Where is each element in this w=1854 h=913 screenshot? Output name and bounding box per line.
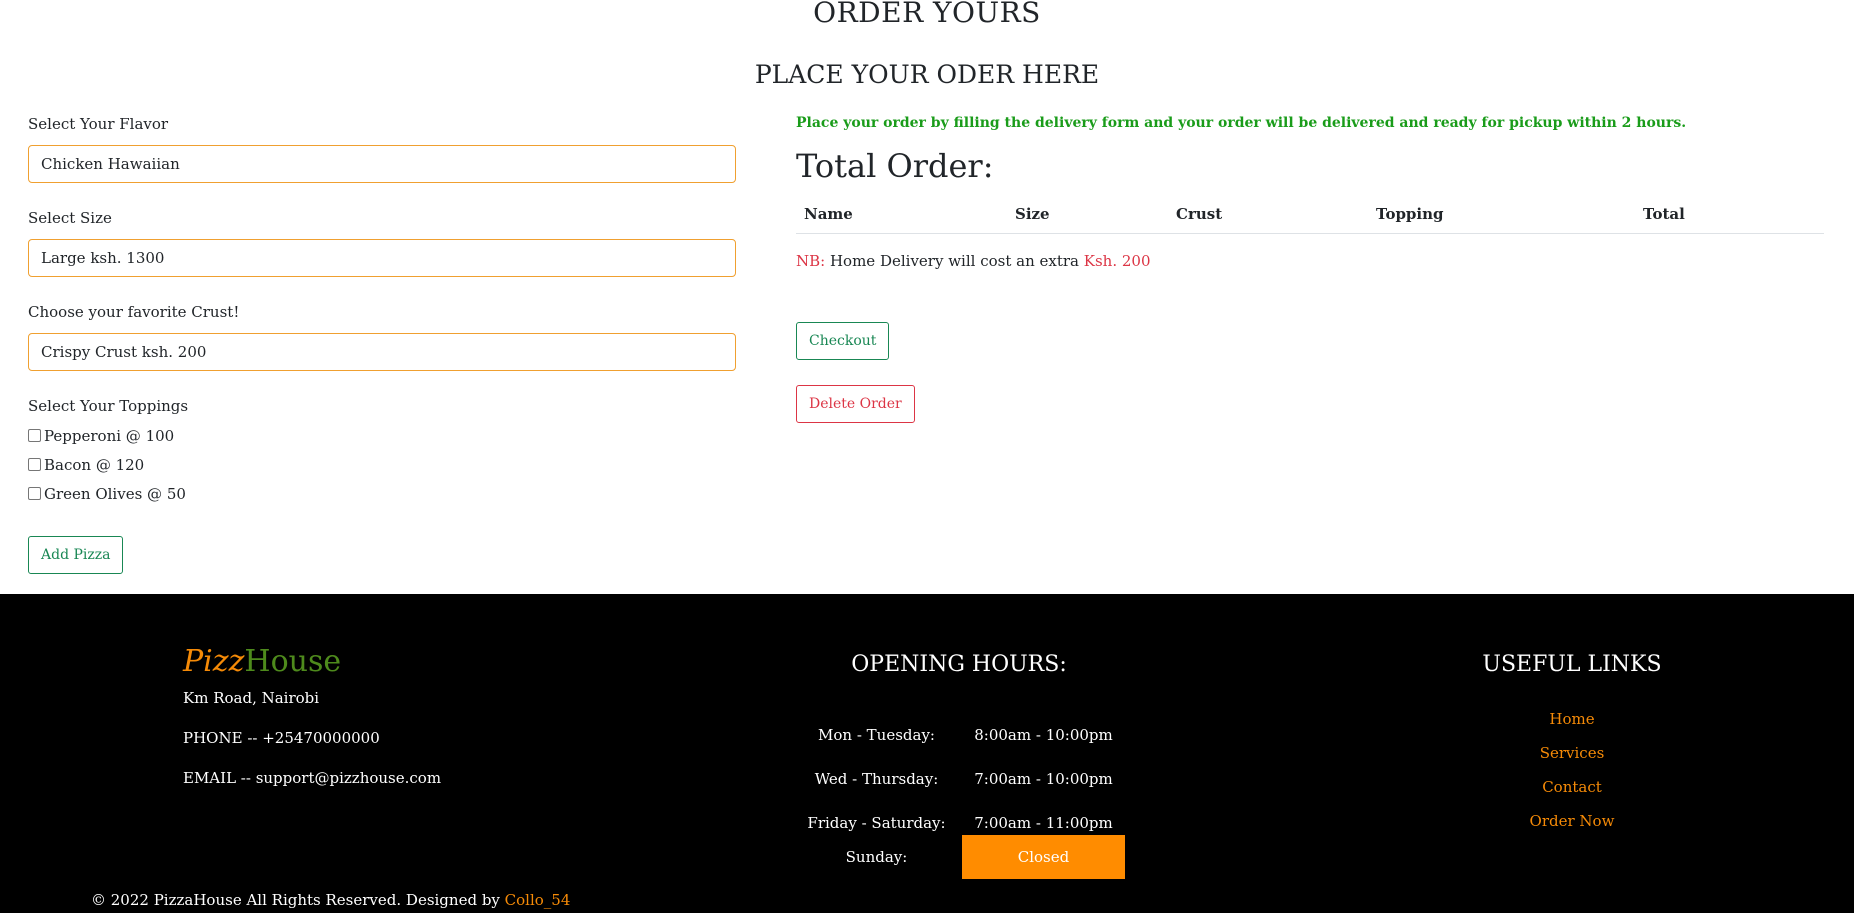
footer-link-services[interactable]: Services bbox=[1472, 744, 1672, 762]
column-header-crust: Crust bbox=[1176, 205, 1223, 223]
green-olives-checkbox[interactable] bbox=[28, 487, 41, 500]
checkout-button[interactable]: Checkout bbox=[796, 322, 890, 360]
hours-row: Wed - Thursday: 7:00am - 10:00pm bbox=[800, 757, 1130, 801]
nb-text: Home Delivery will cost an extra bbox=[825, 252, 1084, 270]
footer-email: EMAIL -- support@pizzhouse.com bbox=[183, 769, 442, 787]
total-order-title: Total Order: bbox=[796, 147, 994, 185]
copyright-text: © 2022 PizzaHouse All Rights Reserved. D… bbox=[91, 891, 505, 909]
nb-amount: Ksh. 200 bbox=[1083, 252, 1151, 270]
copyright: © 2022 PizzaHouse All Rights Reserved. D… bbox=[91, 891, 570, 909]
hours-time: 7:00am - 10:00pm bbox=[974, 770, 1113, 788]
footer-link-home[interactable]: Home bbox=[1472, 710, 1672, 728]
designer-link[interactable]: Collo_54 bbox=[505, 891, 571, 909]
hours-time: 8:00am - 10:00pm bbox=[974, 726, 1113, 744]
toppings-label: Select Your Toppings bbox=[28, 397, 189, 415]
topping-label: Bacon @ 120 bbox=[44, 455, 145, 474]
delivery-cost-note: NB: Home Delivery will cost an extra Ksh… bbox=[796, 252, 1824, 272]
order-section: ORDER YOURS PLACE YOUR ODER HERE Select … bbox=[0, 0, 1854, 594]
flavor-select[interactable]: Chicken Hawaiian bbox=[28, 145, 736, 183]
hours-day: Wed - Thursday: bbox=[814, 770, 939, 788]
page-title: ORDER YOURS bbox=[813, 0, 1041, 29]
column-header-size: Size bbox=[1015, 205, 1050, 223]
page-subtitle: PLACE YOUR ODER HERE bbox=[754, 60, 1100, 89]
hours-row: Mon - Tuesday: 8:00am - 10:00pm bbox=[800, 713, 1130, 757]
topping-option-pepperoni[interactable]: Pepperoni @ 100 bbox=[28, 421, 736, 450]
topping-option-bacon[interactable]: Bacon @ 120 bbox=[28, 450, 736, 479]
hours-day: Friday - Saturday: bbox=[807, 814, 946, 832]
crust-label: Choose your favorite Crust! bbox=[28, 303, 240, 321]
column-header-name: Name bbox=[804, 205, 853, 223]
topping-label: Green Olives @ 50 bbox=[44, 484, 186, 503]
size-select[interactable]: Large ksh. 1300 bbox=[28, 239, 736, 277]
hours-time: 7:00am - 11:00pm bbox=[974, 814, 1113, 832]
delivery-notice: Place your order by filling the delivery… bbox=[796, 115, 1687, 131]
nb-prefix: NB: bbox=[796, 252, 826, 270]
footer: PizzHouse Km Road, Nairobi PHONE -- +254… bbox=[0, 594, 1854, 913]
footer-phone: PHONE -- +25470000000 bbox=[183, 729, 380, 747]
footer-link-contact[interactable]: Contact bbox=[1472, 778, 1672, 796]
useful-links-title: USEFUL LINKS bbox=[1482, 652, 1662, 677]
crust-select[interactable]: Crispy Crust ksh. 200 bbox=[28, 333, 736, 371]
order-form: Select Your Flavor Chicken Hawaiian Sele… bbox=[28, 115, 736, 508]
add-pizza-button[interactable]: Add Pizza bbox=[28, 536, 124, 574]
pepperoni-checkbox[interactable] bbox=[28, 429, 41, 442]
delete-order-button[interactable]: Delete Order bbox=[796, 385, 915, 423]
flavor-label: Select Your Flavor bbox=[28, 115, 169, 133]
closed-badge: Closed bbox=[962, 835, 1125, 879]
topping-label: Pepperoni @ 100 bbox=[44, 426, 175, 445]
order-table-header: Name Size Crust Topping Total bbox=[796, 195, 1824, 234]
bacon-checkbox[interactable] bbox=[28, 458, 41, 471]
column-header-total: Total bbox=[1643, 205, 1685, 223]
footer-address: Km Road, Nairobi bbox=[183, 689, 320, 707]
hours-row: Sunday: Closed bbox=[800, 835, 1130, 879]
footer-link-order-now[interactable]: Order Now bbox=[1472, 812, 1672, 830]
topping-option-green-olives[interactable]: Green Olives @ 50 bbox=[28, 479, 736, 508]
column-header-topping: Topping bbox=[1376, 205, 1444, 223]
hours-day: Sunday: bbox=[845, 848, 908, 866]
hours-day: Mon - Tuesday: bbox=[818, 726, 935, 744]
order-summary: Place your order by filling the delivery… bbox=[796, 115, 1824, 423]
size-label: Select Size bbox=[28, 209, 112, 227]
